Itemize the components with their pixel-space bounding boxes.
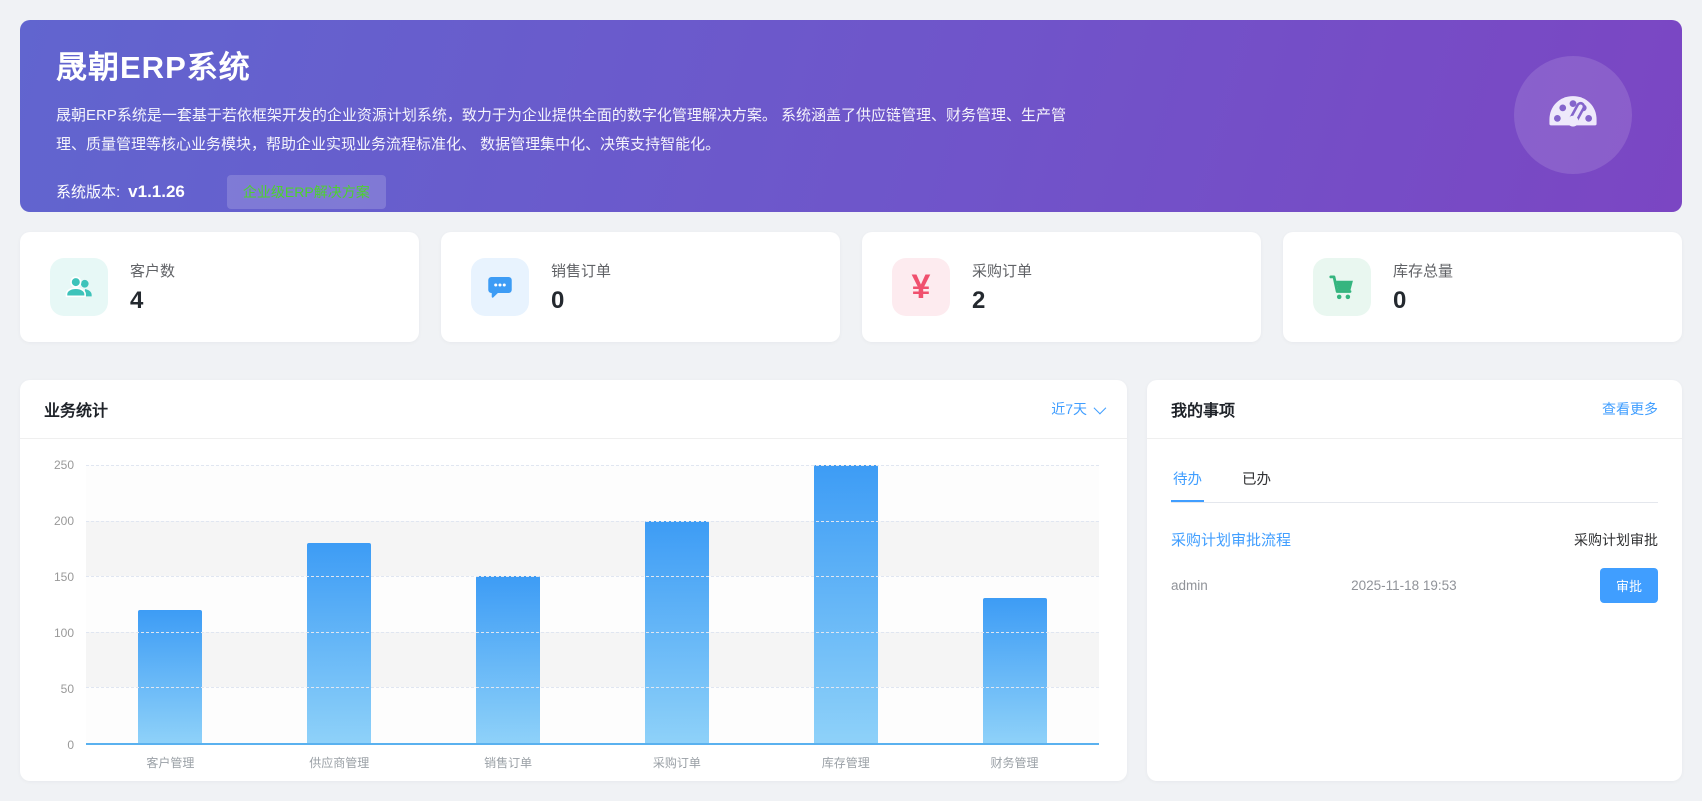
bar-slot	[424, 465, 593, 743]
app-title: 晟朝ERP系统	[56, 50, 251, 85]
stat-card-inventory: 库存总量 0	[1283, 232, 1682, 342]
x-axis-label: 销售订单	[484, 756, 533, 770]
bar-slot	[592, 465, 761, 743]
bar	[307, 542, 372, 743]
x-axis-label: 财务管理	[990, 756, 1039, 770]
version-value: v1.1.26	[128, 181, 185, 201]
bar-slot	[930, 465, 1099, 743]
chart-panel-title: 业务统计	[44, 403, 109, 420]
y-tick-label: 200	[53, 514, 74, 528]
x-axis-label: 客户管理	[146, 756, 195, 770]
gridline	[86, 687, 1099, 689]
tasks-panel-title: 我的事项	[1171, 403, 1236, 420]
stat-label: 采购订单	[972, 262, 1033, 280]
gridline	[86, 631, 1099, 633]
task-list-item: 采购计划审批流程 采购计划审批 admin 2025-11-18 19:53 审…	[1171, 529, 1658, 603]
plot-area	[86, 465, 1099, 745]
y-tick-label: 0	[67, 738, 74, 752]
gridline	[86, 576, 1099, 578]
tab-todo[interactable]: 待办	[1171, 459, 1204, 502]
users-icon	[50, 258, 108, 316]
my-tasks-panel: 我的事项 查看更多 待办 已办 采购计划审批流程 采购计划审批 admin 20…	[1147, 380, 1682, 781]
stat-label: 库存总量	[1393, 262, 1454, 280]
date-range-selector[interactable]: 近7天	[1051, 399, 1107, 419]
yen-icon: ¥	[892, 258, 950, 316]
main-content: 业务统计 近7天 0 50 100 150 200 250 客户管理 供应商管理 销售订单 采购…	[20, 380, 1682, 781]
version-row: 系统版本: v1.1.26 企业级ERP解决方案	[56, 174, 1646, 209]
bar-chart: 0 50 100 150 200 250 客户管理 供应商管理 销售订单 采购订单 库存管理 财务管…	[20, 439, 1127, 781]
bar	[476, 576, 541, 743]
stat-card-sales-orders: 销售订单 0	[441, 232, 840, 342]
bar-slot	[86, 465, 255, 743]
gridline	[86, 465, 1099, 466]
banner-decoration-circle	[1514, 56, 1632, 174]
task-process-link[interactable]: 采购计划审批流程	[1171, 529, 1291, 550]
x-axis-label: 库存管理	[821, 756, 870, 770]
cart-icon	[1313, 258, 1371, 316]
y-tick-label: 250	[53, 458, 74, 472]
task-assignee: admin	[1171, 578, 1208, 593]
business-stats-panel: 业务统计 近7天 0 50 100 150 200 250 客户管理 供应商管理 销售订单 采购…	[20, 380, 1127, 781]
approve-button[interactable]: 审批	[1599, 568, 1658, 603]
stat-cards-row: 客户数 4 销售订单 0 ¥ 采购订单 2 库存总量 0	[20, 232, 1682, 342]
tasks-tabs: 待办 已办	[1171, 459, 1658, 503]
task-time: 2025-11-18 19:53	[1351, 578, 1457, 593]
stat-value: 2	[972, 286, 986, 314]
stat-value: 0	[1393, 286, 1407, 314]
x-axis-label: 供应商管理	[309, 756, 370, 770]
tab-done[interactable]: 已办	[1240, 459, 1273, 502]
x-axis-labels: 客户管理 供应商管理 销售订单 采购订单 库存管理 财务管理	[34, 754, 1099, 771]
chevron-down-icon	[1093, 401, 1107, 414]
bar-slot	[761, 465, 930, 743]
y-tick-label: 150	[53, 570, 74, 584]
gauge-icon	[1545, 85, 1601, 146]
stat-value: 0	[551, 286, 565, 314]
y-axis: 0 50 100 150 200 250	[34, 458, 86, 752]
x-axis-label: 采购订单	[652, 756, 701, 770]
bar	[813, 465, 878, 743]
erp-solution-badge: 企业级ERP解决方案	[226, 174, 386, 209]
app-banner: 晟朝ERP系统 晟朝ERP系统是一套基于若依框架开发的企业资源计划系统，致力于为…	[20, 20, 1682, 212]
bar	[982, 598, 1047, 743]
app-description: 晟朝ERP系统是一套基于若依框架开发的企业资源计划系统，致力于为企业提供全面的数…	[56, 107, 1067, 154]
stat-label: 客户数	[130, 262, 176, 280]
bar-slot	[255, 465, 424, 743]
task-name: 采购计划审批	[1574, 531, 1658, 548]
version-label: 系统版本:	[56, 184, 121, 201]
stat-value: 4	[130, 286, 144, 314]
stat-card-purchase-orders: ¥ 采购订单 2	[862, 232, 1261, 342]
y-tick-label: 100	[53, 626, 74, 640]
stat-card-customers: 客户数 4	[20, 232, 419, 342]
stat-label: 销售订单	[551, 262, 612, 280]
bar	[138, 609, 203, 743]
chat-icon	[471, 258, 529, 316]
view-more-link[interactable]: 查看更多	[1602, 399, 1658, 419]
y-tick-label: 50	[60, 682, 74, 696]
gridline	[86, 520, 1099, 522]
